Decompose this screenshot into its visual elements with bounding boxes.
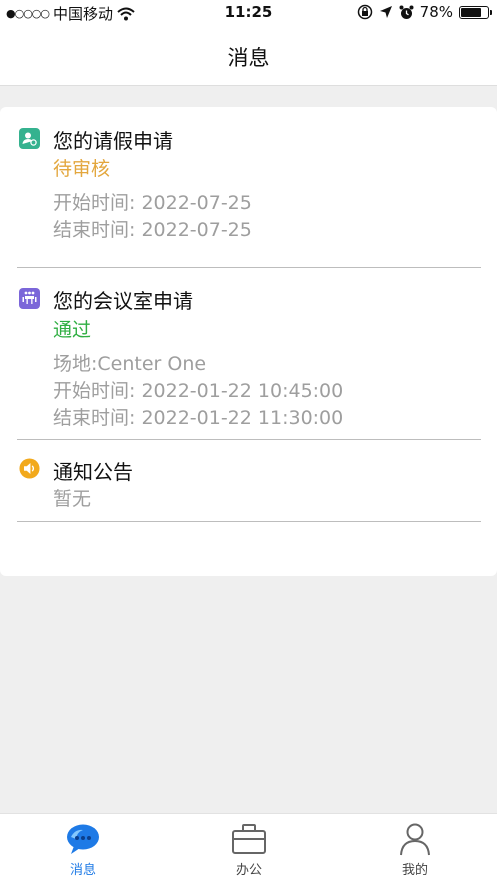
status-bar: ●○○○○ 中国移动 11:25 78%	[0, 0, 497, 26]
briefcase-icon	[232, 824, 266, 854]
divider	[17, 521, 481, 522]
tab-profile[interactable]: 我的	[332, 814, 497, 883]
start-time: 开始时间: 2022-07-25	[53, 192, 252, 214]
rotation-lock-icon	[357, 4, 372, 20]
battery-percent: 78%	[419, 3, 453, 21]
message-title: 通知公告	[53, 460, 133, 484]
page-title: 消息	[227, 46, 270, 70]
person-icon	[400, 823, 430, 856]
message-title: 您的请假申请	[53, 129, 173, 153]
message-title: 您的会议室申请	[53, 289, 193, 313]
tab-bar: 消息 办公 我的	[0, 813, 497, 883]
speaker-icon	[19, 458, 40, 479]
battery-fill	[461, 7, 482, 17]
message-item-leave-request[interactable]: 您的请假申请 待审核 开始时间: 2022-07-25 结束时间: 2022-0…	[17, 107, 481, 268]
navigation-bar: 消息	[0, 26, 497, 86]
chat-bubble-icon	[67, 824, 99, 854]
message-item-notices[interactable]: 通知公告 暂无	[17, 440, 481, 522]
location-arrow-icon	[379, 6, 392, 18]
end-time: 结束时间: 2022-01-22 11:30:00	[53, 407, 344, 429]
start-time: 开始时间: 2022-01-22 10:45:00	[53, 380, 344, 402]
alarm-icon	[399, 5, 414, 19]
status-approved: 通过	[53, 319, 92, 341]
message-item-meeting-room-request[interactable]: 您的会议室申请 通过 场地:Center One 开始时间: 2022-01-2…	[17, 268, 481, 440]
tab-label: 我的	[401, 863, 428, 878]
message-list: 您的请假申请 待审核 开始时间: 2022-07-25 结束时间: 2022-0…	[0, 107, 497, 576]
status-right: 78%	[357, 3, 492, 21]
tab-label: 办公	[235, 863, 262, 878]
tab-messages[interactable]: 消息	[0, 814, 166, 883]
meeting-room-icon	[19, 288, 40, 309]
tab-office[interactable]: 办公	[166, 814, 332, 883]
end-time: 结束时间: 2022-07-25	[53, 219, 252, 241]
status-pending: 待审核	[53, 158, 111, 180]
venue: 场地:Center One	[53, 353, 207, 375]
tab-label: 消息	[69, 863, 96, 878]
notice-empty-text: 暂无	[53, 488, 92, 510]
battery-icon	[459, 5, 492, 19]
person-badge-icon	[19, 128, 40, 149]
